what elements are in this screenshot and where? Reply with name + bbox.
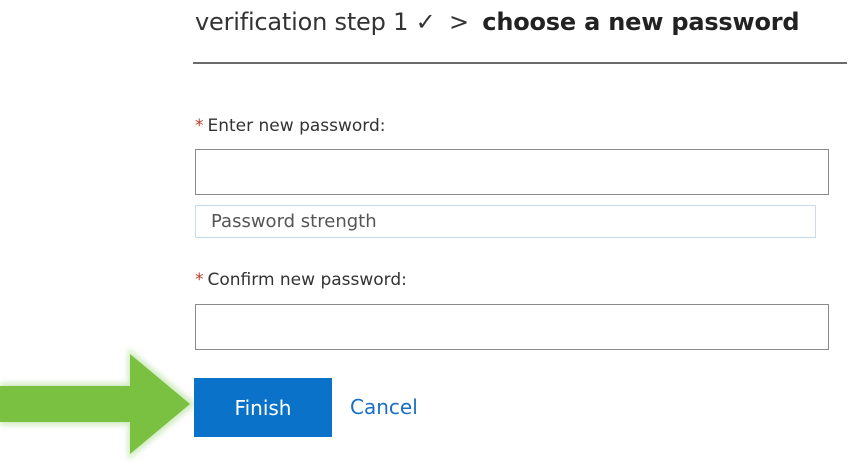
password-strength-label: Password strength <box>211 211 377 232</box>
finish-button[interactable]: Finish <box>194 378 332 437</box>
new-password-label: * Enter new password: <box>195 116 386 136</box>
green-arrow-icon <box>0 348 196 460</box>
confirm-password-label-text: Confirm new password: <box>207 270 407 290</box>
checkmark-icon: ✓ <box>415 8 436 36</box>
header-divider <box>193 62 847 64</box>
new-password-input[interactable] <box>195 149 829 195</box>
breadcrumb-step-done: verification step 1 <box>195 8 409 36</box>
confirm-password-input[interactable] <box>195 304 829 350</box>
confirm-password-label: * Confirm new password: <box>195 270 407 290</box>
breadcrumb-separator: > <box>448 8 469 36</box>
breadcrumb-current-step: choose a new password <box>482 8 800 36</box>
password-strength-meter: Password strength <box>195 205 816 238</box>
required-marker: * <box>195 270 204 290</box>
required-marker: * <box>195 116 204 136</box>
new-password-label-text: Enter new password: <box>207 116 386 136</box>
password-reset-page: verification step 1 ✓ > choose a new pas… <box>0 0 862 472</box>
cancel-link[interactable]: Cancel <box>350 395 418 419</box>
step-breadcrumb: verification step 1 ✓ > choose a new pas… <box>195 8 845 48</box>
